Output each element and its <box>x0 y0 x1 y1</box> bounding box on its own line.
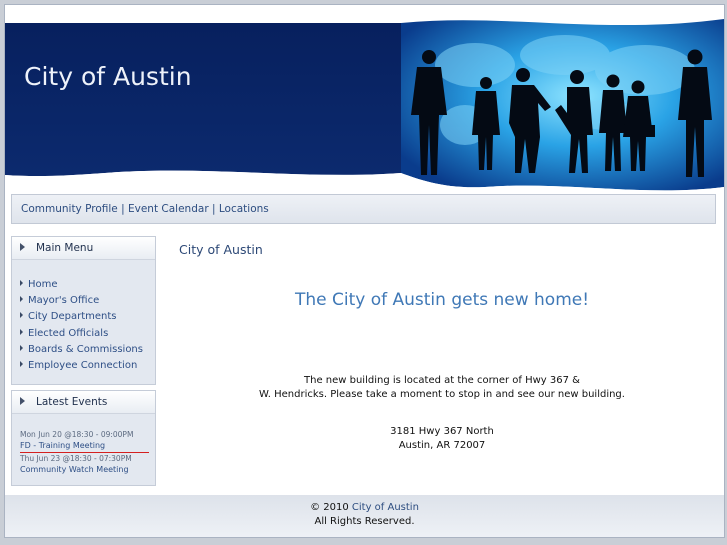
nav-link-community-profile[interactable]: Community Profile <box>21 203 118 215</box>
latest-events-panel: Latest Events Mon Jun 20 @18:30 - 09:00P… <box>11 390 156 486</box>
site-footer: © 2010 City of Austin All Rights Reserve… <box>5 495 724 537</box>
article-headline: The City of Austin gets new home! <box>294 290 590 310</box>
copyright-text: © 2010 <box>310 502 349 513</box>
menu-item-label: Employee Connection <box>28 359 138 371</box>
bullet-arrow-icon <box>20 312 23 319</box>
menu-item-label: Mayor's Office <box>28 295 100 307</box>
address-line: Austin, AR 72007 <box>398 440 486 451</box>
menu-item-home[interactable]: Home <box>12 277 155 293</box>
bullet-arrow-icon <box>20 280 23 286</box>
event-list: Mon Jun 20 @18:30 - 09:00PM FD - Trainin… <box>12 430 155 474</box>
menu-item-mayors-office[interactable]: Mayor's Office <box>12 293 155 309</box>
nav-separator: | <box>121 203 125 215</box>
top-navigation: Community Profile | Event Calendar | Loc… <box>11 194 716 224</box>
event-date: Thu Jun 23 @18:30 - 07:30PM <box>20 454 132 463</box>
footer-site-link[interactable]: City of Austin <box>352 502 419 513</box>
bullet-arrow-icon <box>20 296 23 303</box>
menu-item-label: Home <box>28 279 58 290</box>
nav-separator: | <box>211 203 216 215</box>
site-title: City of Austin <box>24 62 192 91</box>
address-block: 3181 Hwy 367 North Austin, AR 72007 <box>171 425 713 453</box>
triangle-right-icon <box>20 243 25 251</box>
page-frame: City of Austin Community Profile | Event… <box>4 4 725 538</box>
event-link[interactable]: FD - Training Meeting <box>12 441 155 450</box>
footer-copyright: © 2010 City of Austin <box>5 501 724 515</box>
paragraph-line: W. Hendricks. Please take a moment to st… <box>259 389 625 400</box>
paragraph-line: The new building is located at the corne… <box>304 375 580 386</box>
event-date: Mon Jun 20 @18:30 - 09:00PM <box>20 430 134 439</box>
menu-item-boards-commissions[interactable]: Boards & Commissions <box>12 342 155 358</box>
main-menu-header: Main Menu <box>12 237 155 260</box>
nav-link-event-calendar[interactable]: Event Calendar <box>128 203 209 215</box>
nav-link-locations[interactable]: Locations <box>219 203 269 215</box>
menu-item-label: City Departments <box>28 311 117 323</box>
menu-item-elected-officials[interactable]: Elected Officials <box>12 326 155 342</box>
header-banner-image <box>5 5 724 195</box>
site-header: City of Austin <box>5 5 724 195</box>
event-divider <box>20 452 149 453</box>
main-menu-list: Home Mayor's Office City Departments Ele… <box>12 277 155 374</box>
bullet-arrow-icon <box>20 328 23 335</box>
bullet-arrow-icon <box>20 360 23 367</box>
menu-item-label: Elected Officials <box>28 327 109 339</box>
article-paragraph: The new building is located at the corne… <box>171 374 713 402</box>
page-title: City of Austin <box>179 242 263 257</box>
latest-events-header: Latest Events <box>12 391 155 414</box>
menu-item-employee-connection[interactable]: Employee Connection <box>12 358 155 374</box>
latest-events-title: Latest Events <box>36 396 108 408</box>
address-line: 3181 Hwy 367 North <box>390 426 494 437</box>
bullet-arrow-icon <box>20 344 23 351</box>
main-menu-title: Main Menu <box>36 242 94 254</box>
main-menu-panel: Main Menu Home Mayor's Office City Depar… <box>11 236 156 385</box>
event-link[interactable]: Community Watch Meeting <box>12 465 155 474</box>
triangle-right-icon <box>20 397 25 405</box>
menu-item-label: Boards & Commissions <box>28 343 143 355</box>
menu-item-city-departments[interactable]: City Departments <box>12 309 155 325</box>
footer-rights: All Rights Reserved. <box>314 516 415 527</box>
